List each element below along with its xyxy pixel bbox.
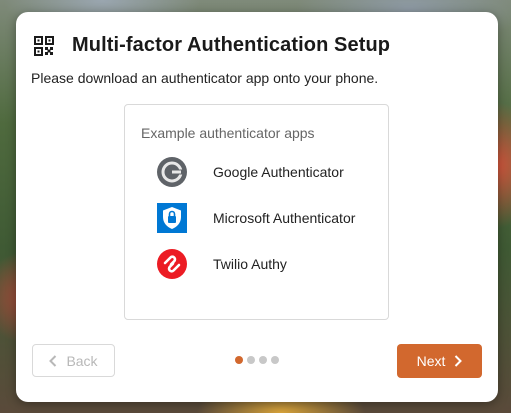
next-button[interactable]: Next xyxy=(397,344,482,378)
app-item-google-authenticator: Google Authenticator xyxy=(156,156,344,188)
instruction-text: Please download an authenticator app ont… xyxy=(31,70,379,86)
next-button-label: Next xyxy=(416,353,446,369)
mfa-setup-dialog: Multi-factor Authentication Setup Please… xyxy=(16,12,498,402)
app-label: Twilio Authy xyxy=(213,256,287,272)
dialog-header: Multi-factor Authentication Setup xyxy=(34,34,390,57)
app-label: Microsoft Authenticator xyxy=(213,210,356,226)
step-dot xyxy=(259,356,267,364)
back-button[interactable]: Back xyxy=(32,344,115,377)
chevron-right-icon xyxy=(455,355,463,367)
chevron-left-icon xyxy=(49,354,57,367)
dialog-title: Multi-factor Authentication Setup xyxy=(72,34,391,56)
step-indicator xyxy=(235,356,283,364)
qr-code-icon xyxy=(34,35,54,56)
back-button-label: Back xyxy=(66,352,98,369)
google-authenticator-icon xyxy=(157,157,187,187)
microsoft-authenticator-icon xyxy=(157,203,187,233)
step-dot xyxy=(247,356,255,364)
authenticator-apps-panel: Example authenticator apps Google Authen… xyxy=(124,104,389,320)
app-label: Google Authenticator xyxy=(213,164,344,180)
app-item-twilio-authy: Twilio Authy xyxy=(156,248,287,280)
apps-heading: Example authenticator apps xyxy=(141,125,315,141)
step-dot xyxy=(271,356,279,364)
step-dot-active xyxy=(235,356,243,364)
twilio-authy-icon xyxy=(157,249,187,279)
app-item-microsoft-authenticator: Microsoft Authenticator xyxy=(156,202,355,234)
